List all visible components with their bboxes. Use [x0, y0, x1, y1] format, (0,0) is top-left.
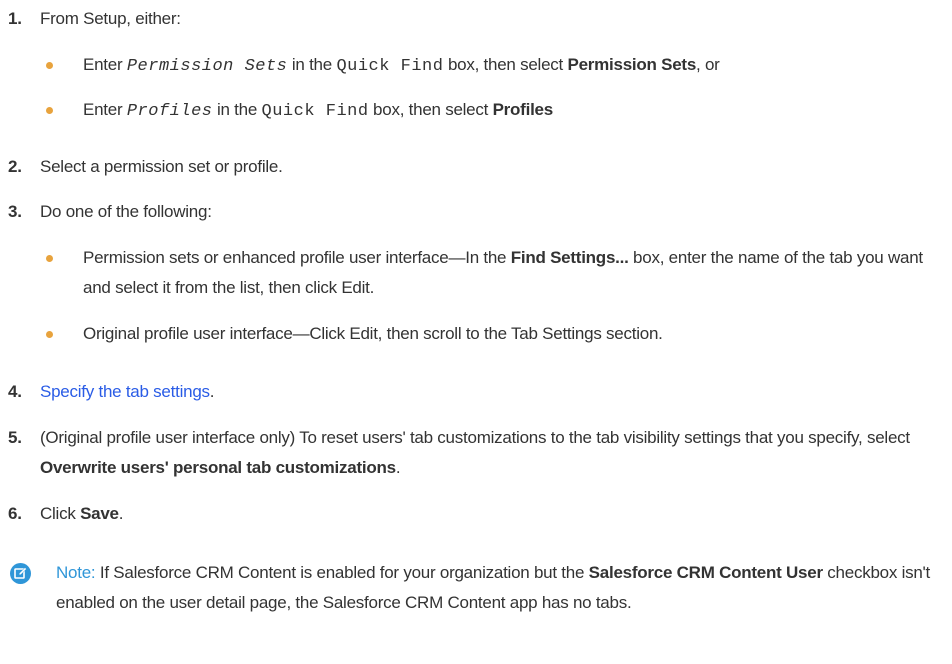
bullet-icon	[46, 62, 53, 69]
step-text: Click Save.	[40, 504, 124, 523]
ui-label: Save	[80, 504, 119, 523]
step-1: 1. From Setup, either:	[8, 4, 946, 34]
step-number: 3.	[8, 202, 22, 221]
list-item: Permission sets or enhanced profile user…	[46, 243, 946, 303]
step-5: 5. (Original profile user interface only…	[8, 423, 946, 483]
ui-label: Find Settings...	[510, 248, 629, 267]
bullet-icon	[46, 255, 53, 262]
ui-label: Permission Sets	[567, 55, 697, 74]
bullet-text: Enter Permission Sets in the Quick Find …	[83, 55, 720, 76]
inline-code: Quick Find	[336, 57, 444, 76]
note-edit-icon	[10, 563, 31, 584]
step-2: 2. Select a permission set or profile.	[8, 152, 946, 182]
bullet-icon	[46, 107, 53, 114]
note-callout: Note: If Salesforce CRM Content is enabl…	[8, 558, 946, 618]
ui-label: Overwrite users' personal tab customizat…	[40, 458, 396, 477]
ui-label: Salesforce CRM Content User	[588, 563, 823, 582]
bullet-icon	[46, 331, 53, 338]
step-4: 4. Specify the tab settings.	[8, 377, 946, 407]
bullet-text: Original profile user interface—Click Ed…	[83, 324, 663, 343]
inline-code: Permission Sets	[126, 57, 288, 76]
ui-label: Profiles	[492, 100, 554, 119]
list-item: Original profile user interface—Click Ed…	[46, 319, 946, 349]
step-text: Select a permission set or profile.	[40, 157, 283, 176]
step-number: 5.	[8, 428, 22, 447]
note-text: Note: If Salesforce CRM Content is enabl…	[56, 563, 931, 612]
inline-code: Quick Find	[261, 102, 369, 121]
bullet-text: Enter Profiles in the Quick Find box, th…	[83, 100, 554, 121]
step-3: 3. Do one of the following:	[8, 197, 946, 227]
step-text: (Original profile user interface only) T…	[40, 428, 910, 477]
inline-code: Profiles	[126, 102, 213, 121]
note-label: Note:	[56, 563, 96, 582]
step-number: 4.	[8, 382, 22, 401]
step-text: From Setup, either:	[40, 9, 181, 28]
step-number: 2.	[8, 157, 22, 176]
list-item: Enter Permission Sets in the Quick Find …	[46, 50, 946, 82]
bullet-text: Permission sets or enhanced profile user…	[83, 248, 923, 297]
list-item: Enter Profiles in the Quick Find box, th…	[46, 95, 946, 127]
step-text: Specify the tab settings.	[40, 382, 215, 401]
step-number: 1.	[8, 9, 22, 28]
step-6: 6. Click Save.	[8, 499, 946, 529]
specify-tab-settings-link[interactable]: Specify the tab settings	[40, 382, 210, 401]
step-text: Do one of the following:	[40, 202, 212, 221]
step-number: 6.	[8, 504, 22, 523]
